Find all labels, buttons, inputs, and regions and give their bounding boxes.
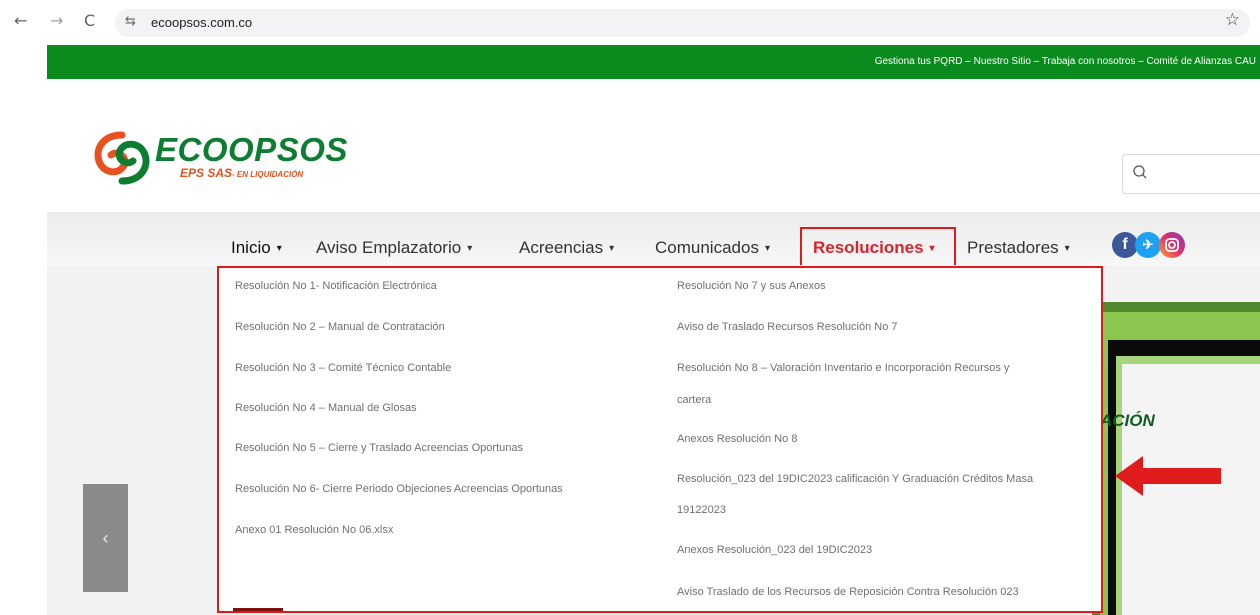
site-settings-icon[interactable]: ⇆ — [125, 14, 136, 29]
menu-item-inicio[interactable]: Inicio ▾ — [231, 238, 282, 258]
logo-subtitle: EPS SAS- EN LIQUIDACIÓN — [180, 166, 303, 180]
menu-item-label: Acreencias — [519, 238, 604, 257]
address-bar[interactable]: ⇆ ecoopsos.com.co — [115, 9, 1250, 37]
menu-item-label: Inicio — [231, 238, 271, 257]
forward-arrow-icon[interactable]: → — [50, 11, 63, 30]
red-annotation-arrow-icon — [1115, 456, 1221, 496]
reload-icon[interactable]: C — [84, 11, 95, 30]
url-text[interactable]: ecoopsos.com.co — [151, 15, 252, 30]
dropdown-link[interactable]: Resolución_023 del 19DIC2023 calificació… — [677, 473, 1033, 485]
dropdown-link[interactable]: cartera — [677, 394, 711, 406]
main-menu: Inicio ▾ Aviso Emplazatorio ▾ Acreencias ▾ … — [47, 212, 1260, 266]
dropdown-link[interactable]: Resolución No 3 – Comité Técnico Contabl… — [235, 362, 451, 374]
dropdown-link[interactable]: Aviso Traslado de los Recursos de Reposi… — [677, 586, 1019, 598]
dropdown-link[interactable]: Resolución No 6- Cierre Periodo Objecion… — [235, 483, 563, 495]
menu-item-comunicados[interactable]: Comunicados ▾ — [655, 238, 770, 258]
menu-item-label: Prestadores — [967, 238, 1059, 257]
instagram-glyph — [1165, 238, 1179, 252]
banner-text: ACIÓN — [1100, 411, 1155, 430]
chevron-down-icon: ▾ — [609, 243, 615, 254]
menu-item-resoluciones[interactable]: Resoluciones ▾ — [813, 238, 935, 258]
dropdown-link[interactable]: Resolución No 4 – Manual de Glosas — [235, 402, 417, 414]
dropdown-link[interactable]: Aviso de Traslado Recursos Resolución No… — [677, 321, 898, 333]
dropdown-link[interactable]: Resolución No 5 – Cierre y Traslado Acre… — [235, 442, 523, 454]
dropdown-link[interactable]: Resolución No 7 y sus Anexos — [677, 280, 826, 292]
dropdown-link[interactable]: Resolución No 8 – Valoración Inventario … — [677, 362, 1009, 374]
twitter-icon[interactable]: ✈ — [1135, 232, 1161, 258]
search-icon[interactable] — [1133, 163, 1147, 183]
logo-subtitle-small: - EN LIQUIDACIÓN — [232, 170, 304, 179]
chevron-down-icon: ▾ — [764, 243, 770, 254]
browser-toolbar: ← → C ⇆ ecoopsos.com.co ☆ — [0, 0, 1260, 48]
menu-item-prestadores[interactable]: Prestadores ▾ — [967, 238, 1070, 258]
star-icon[interactable]: ☆ — [1225, 10, 1240, 30]
menu-item-acreencias[interactable]: Acreencias ▾ — [519, 238, 614, 258]
logo-subtitle-main: EPS SAS — [180, 166, 233, 180]
dropdown-bottom-marker — [233, 608, 283, 611]
logo-mark-icon[interactable] — [89, 127, 155, 189]
back-arrow-icon[interactable]: ← — [14, 11, 27, 30]
dropdown-link[interactable]: Resolución No 2 – Manual de Contratación — [235, 321, 445, 333]
menu-item-aviso-emplazatorio[interactable]: Aviso Emplazatorio ▾ — [316, 238, 472, 258]
dropdown-link[interactable]: Anexo 01 Resolución No 06.xlsx — [235, 524, 393, 536]
chevron-down-icon: ▾ — [929, 243, 935, 254]
search-input[interactable] — [1122, 154, 1260, 194]
top-links[interactable]: Gestiona tus PQRD – Nuestro Sitio – Trab… — [875, 56, 1256, 67]
instagram-icon[interactable] — [1159, 232, 1185, 258]
resoluciones-dropdown: Resolución No 1- Notificación Electrónic… — [217, 266, 1103, 613]
menu-item-label: Resoluciones — [813, 238, 924, 257]
slider-prev-button[interactable]: ‹ — [83, 484, 128, 592]
chevron-down-icon: ▾ — [1064, 243, 1070, 254]
dropdown-link[interactable]: 19122023 — [677, 504, 726, 516]
chevron-down-icon: ▾ — [276, 243, 282, 254]
dropdown-link[interactable]: Resolución No 1- Notificación Electrónic… — [235, 280, 437, 292]
logo-name[interactable]: ECOOPSOS — [155, 131, 348, 169]
chevron-down-icon: ▾ — [467, 243, 473, 254]
site-header: ECOOPSOS EPS SAS- EN LIQUIDACIÓN — [47, 79, 1260, 212]
dropdown-link[interactable]: Anexos Resolución No 8 — [677, 433, 797, 445]
menu-item-label: Comunicados — [655, 238, 759, 257]
top-links-bar: Gestiona tus PQRD – Nuestro Sitio – Trab… — [47, 45, 1260, 79]
menu-item-label: Aviso Emplazatorio — [316, 238, 462, 257]
dropdown-link[interactable]: Anexos Resolución_023 del 19DIC2023 — [677, 544, 872, 556]
